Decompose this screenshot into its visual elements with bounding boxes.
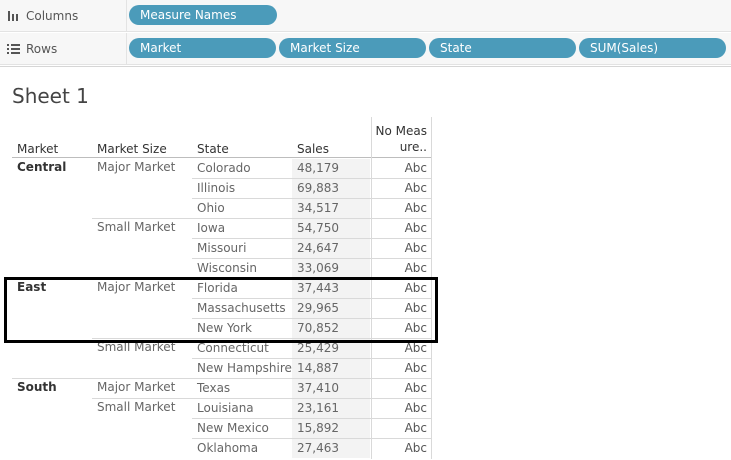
header-sales[interactable]: Sales xyxy=(297,142,329,156)
sales-cell[interactable]: 23,161 xyxy=(297,401,339,415)
row-divider xyxy=(192,238,431,239)
row-divider xyxy=(192,438,431,439)
measure-cell[interactable]: Abc xyxy=(372,381,427,395)
rows-icon xyxy=(0,43,26,55)
state-cell[interactable]: Illinois xyxy=(197,181,235,195)
measure-cell[interactable]: Abc xyxy=(372,261,427,275)
market-size-cell[interactable]: Major Market xyxy=(97,380,175,394)
measure-cell[interactable]: Abc xyxy=(372,341,427,355)
row-divider xyxy=(192,358,431,359)
columns-shelf-label: Columns xyxy=(0,0,127,31)
measure-cell[interactable]: Abc xyxy=(372,401,427,415)
state-cell[interactable]: Wisconsin xyxy=(197,261,257,275)
rows-shelf: Rows Market Market Size State SUM(Sales) xyxy=(0,33,731,65)
row-divider xyxy=(192,378,431,379)
market-cell[interactable]: South xyxy=(17,380,57,394)
measure-cell[interactable]: Abc xyxy=(372,361,427,375)
sales-cell[interactable]: 24,647 xyxy=(297,241,339,255)
sum-sales-pill[interactable]: SUM(Sales) xyxy=(579,38,726,58)
sales-cell[interactable]: 15,892 xyxy=(297,421,339,435)
header-state[interactable]: State xyxy=(197,142,229,156)
market-cell[interactable]: Central xyxy=(17,160,66,174)
state-cell[interactable]: Connecticut xyxy=(197,341,269,355)
sales-cell[interactable]: 34,517 xyxy=(297,201,339,215)
rows-shelf-label: Rows xyxy=(0,33,127,64)
market-size-divider xyxy=(92,218,192,219)
state-cell[interactable]: New Hampshire xyxy=(197,361,292,375)
state-pill[interactable]: State xyxy=(429,38,576,58)
columns-label: Columns xyxy=(26,8,79,23)
sales-cell[interactable]: 37,410 xyxy=(297,381,339,395)
state-cell[interactable]: Iowa xyxy=(197,221,225,235)
state-cell[interactable]: Texas xyxy=(197,381,230,395)
state-cell[interactable]: New Mexico xyxy=(197,421,269,435)
measure-cell[interactable]: Abc xyxy=(372,421,427,435)
row-divider xyxy=(192,398,431,399)
state-cell[interactable]: Colorado xyxy=(197,161,251,175)
header-market-size[interactable]: Market Size xyxy=(97,142,167,156)
row-divider xyxy=(192,198,431,199)
measure-cell[interactable]: Abc xyxy=(372,181,427,195)
sheet-title: Sheet 1 xyxy=(12,84,89,108)
sales-cell[interactable]: 14,887 xyxy=(297,361,339,375)
header-measure-line1[interactable]: No Meas xyxy=(372,124,427,138)
row-divider xyxy=(192,178,431,179)
header-measure-line2[interactable]: ure.. xyxy=(372,140,427,154)
row-divider xyxy=(192,418,431,419)
state-cell[interactable]: Missouri xyxy=(197,241,246,255)
market-size-cell[interactable]: Small Market xyxy=(97,220,175,234)
sales-cell[interactable]: 48,179 xyxy=(297,161,339,175)
columns-shelf: Columns Measure Names xyxy=(0,0,731,32)
measure-cell[interactable]: Abc xyxy=(372,201,427,215)
market-size-divider xyxy=(92,398,192,399)
market-pill[interactable]: Market xyxy=(129,38,276,58)
market-size-pill[interactable]: Market Size xyxy=(279,38,426,58)
sales-cell[interactable]: 69,883 xyxy=(297,181,339,195)
columns-icon xyxy=(0,10,26,22)
measure-cell[interactable]: Abc xyxy=(372,441,427,455)
state-cell[interactable]: Louisiana xyxy=(197,401,254,415)
sales-cell[interactable]: 27,463 xyxy=(297,441,339,455)
row-divider xyxy=(192,218,431,219)
rows-label: Rows xyxy=(26,41,58,56)
state-cell[interactable]: Ohio xyxy=(197,201,225,215)
market-size-divider xyxy=(92,378,192,379)
row-divider xyxy=(192,258,431,259)
market-size-cell[interactable]: Small Market xyxy=(97,400,175,414)
sales-cell[interactable]: 54,750 xyxy=(297,221,339,235)
highlight-box xyxy=(4,277,438,343)
state-cell[interactable]: Oklahoma xyxy=(197,441,258,455)
header-market[interactable]: Market xyxy=(17,142,58,156)
sales-cell[interactable]: 33,069 xyxy=(297,261,339,275)
header-divider xyxy=(12,157,432,158)
measure-names-pill[interactable]: Measure Names xyxy=(129,5,277,25)
market-size-cell[interactable]: Major Market xyxy=(97,160,175,174)
sales-cell[interactable]: 25,429 xyxy=(297,341,339,355)
measure-cell[interactable]: Abc xyxy=(372,221,427,235)
market-divider xyxy=(12,378,92,379)
measure-cell[interactable]: Abc xyxy=(372,161,427,175)
measure-cell[interactable]: Abc xyxy=(372,241,427,255)
